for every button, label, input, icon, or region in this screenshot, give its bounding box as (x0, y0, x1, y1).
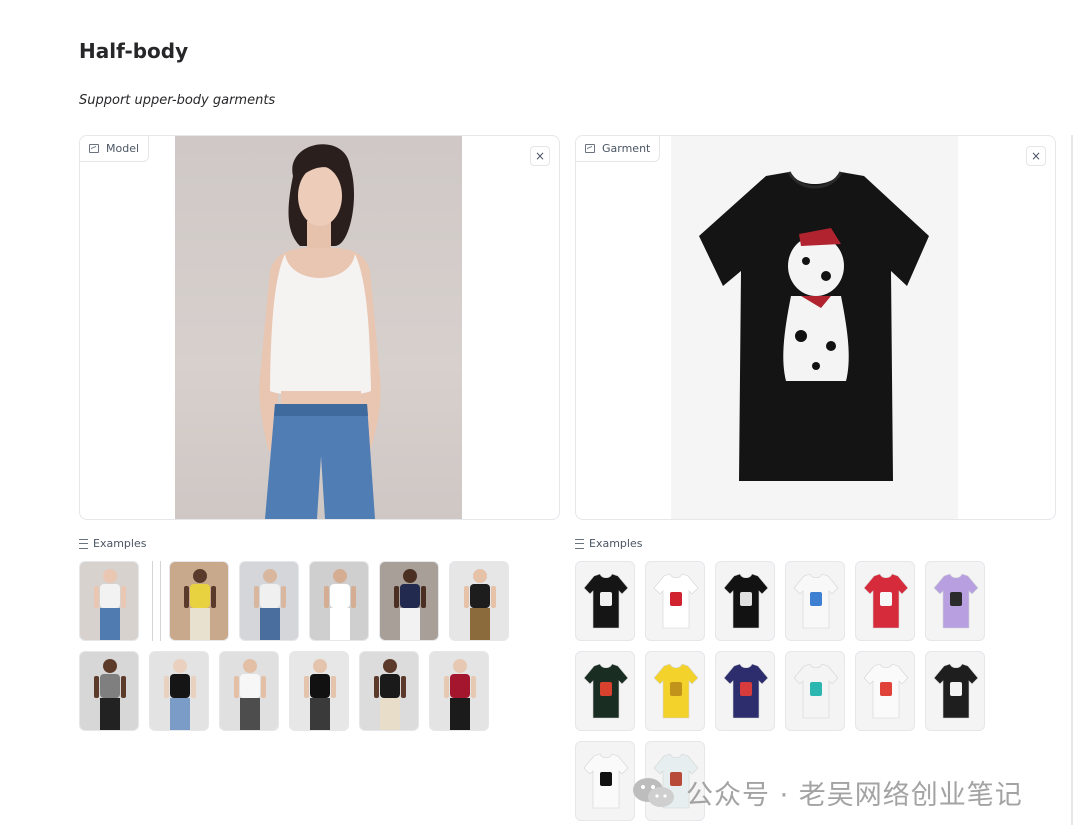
garment-example-thumb[interactable] (715, 651, 775, 731)
garment-clear-button[interactable]: × (1026, 146, 1046, 166)
image-icon (585, 144, 595, 153)
model-example-thumb[interactable] (379, 561, 439, 641)
model-example-thumb[interactable] (219, 651, 279, 731)
image-icon (89, 144, 99, 153)
section-subtitle: Support upper-body garments (79, 93, 276, 108)
model-example-thumb[interactable] (79, 651, 139, 731)
garment-example-thumb[interactable] (575, 741, 635, 821)
model-clear-button[interactable]: × (530, 146, 550, 166)
model-example-thumb[interactable] (429, 651, 489, 731)
model-example-thumb[interactable] (169, 561, 229, 641)
garment-example-thumb[interactable] (855, 561, 915, 641)
wechat-icon (633, 777, 674, 807)
watermark-text: 公众号 · 老吴网络创业笔记 (686, 780, 1023, 811)
garment-example-thumb[interactable] (645, 651, 705, 731)
garment-example-thumb[interactable] (645, 561, 705, 641)
garment-example-thumb[interactable] (925, 561, 985, 641)
example-separator (160, 561, 161, 641)
garment-examples-label: Examples (575, 537, 642, 550)
model-examples-label-text: Examples (93, 537, 147, 550)
garment-example-thumb[interactable] (785, 651, 845, 731)
model-label: Model (80, 136, 150, 162)
model-examples-label: Examples (79, 537, 146, 550)
list-icon (79, 538, 88, 549)
watermark: 公众号 · 老吴网络创业笔记 (630, 773, 1023, 812)
model-example-thumb[interactable] (239, 561, 299, 641)
model-example-thumb[interactable] (359, 651, 419, 731)
garment-example-thumb[interactable] (925, 651, 985, 731)
model-example-thumb[interactable] (449, 561, 509, 641)
garment-example-thumb[interactable] (575, 651, 635, 731)
garment-example-thumb[interactable] (855, 651, 915, 731)
garment-image-panel[interactable]: Garment × (575, 135, 1056, 520)
garment-example-thumb[interactable] (785, 561, 845, 641)
garment-photo (671, 136, 958, 519)
list-icon (575, 538, 584, 549)
garment-examples-label-text: Examples (589, 537, 643, 550)
model-example-thumb[interactable] (79, 561, 139, 641)
model-photo (175, 136, 462, 519)
garment-label: Garment (576, 136, 661, 162)
model-example-thumb[interactable] (289, 651, 349, 731)
garment-example-thumb[interactable] (715, 561, 775, 641)
section-title: Half-body (79, 39, 189, 63)
garment-example-thumb[interactable] (575, 561, 635, 641)
garment-label-text: Garment (602, 142, 651, 155)
model-label-text: Model (106, 142, 140, 155)
model-image-panel[interactable]: Model × (79, 135, 560, 520)
model-example-thumb[interactable] (149, 651, 209, 731)
model-example-thumb[interactable] (309, 561, 369, 641)
example-separator (152, 561, 153, 641)
